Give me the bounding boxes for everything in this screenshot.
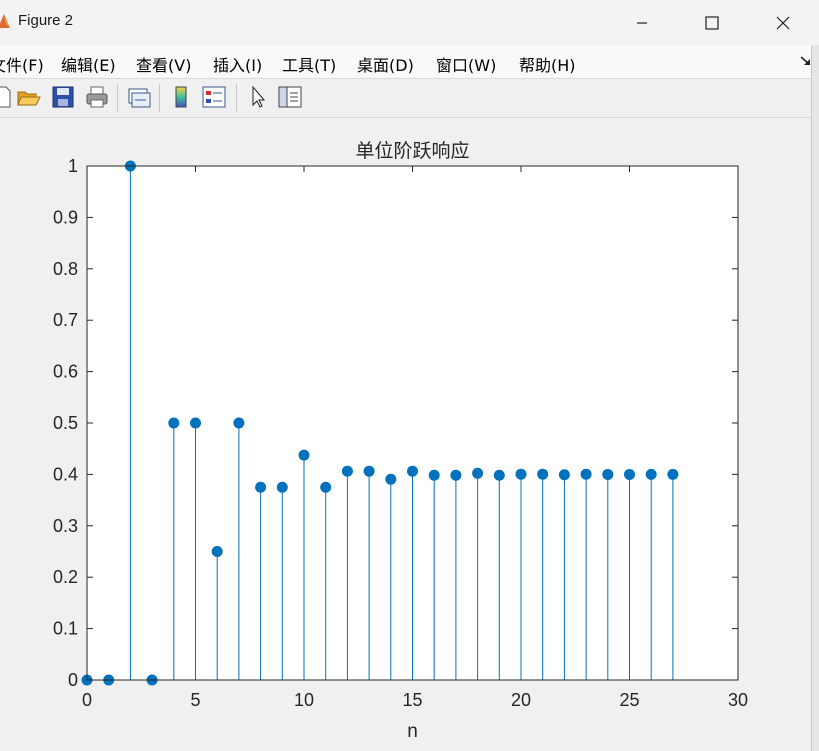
menu-window[interactable]: 窗口(W) bbox=[436, 52, 496, 76]
stem-marker bbox=[233, 417, 245, 429]
y-tick-label: 0.4 bbox=[53, 464, 78, 484]
y-tick-label: 0.1 bbox=[53, 619, 78, 639]
title-bar: Figure 2 bbox=[0, 0, 819, 46]
menu-tools[interactable]: 工具(T) bbox=[282, 52, 336, 76]
stem-marker bbox=[450, 469, 462, 481]
x-tick-label: 10 bbox=[294, 690, 314, 710]
toolbar-separator bbox=[159, 84, 160, 112]
toolbar-separator bbox=[117, 84, 118, 112]
x-axis-label: n bbox=[407, 721, 418, 742]
close-icon bbox=[776, 16, 790, 29]
x-tick-label: 5 bbox=[190, 690, 200, 710]
stem-plot[interactable]: 0 5 10 15 20 25 30 0 0.1 0.2 0.3 0.4 0.5 0.6 0.7 0.8 0.9… bbox=[0, 118, 812, 751]
stem-marker bbox=[558, 469, 570, 481]
x-tick-label: 15 bbox=[402, 690, 422, 710]
menu-help[interactable]: 帮助(H) bbox=[519, 52, 576, 76]
new-figure-icon bbox=[0, 86, 11, 108]
open-file-icon bbox=[17, 91, 41, 106]
y-tick-label: 0.9 bbox=[53, 207, 78, 227]
insert-colorbar-button[interactable] bbox=[168, 84, 194, 110]
menu-edit[interactable]: 编辑(E) bbox=[61, 52, 116, 76]
y-tick-label: 0.3 bbox=[53, 516, 78, 536]
y-tick-label: 0.8 bbox=[53, 259, 78, 279]
link-plot-button[interactable] bbox=[126, 84, 152, 110]
y-tick-label: 0.7 bbox=[53, 310, 78, 330]
stem-marker bbox=[190, 417, 201, 429]
stem-marker bbox=[298, 449, 310, 461]
print-icon bbox=[86, 86, 108, 108]
property-inspector-icon bbox=[278, 86, 302, 108]
stem-marker bbox=[385, 473, 397, 485]
stem-marker bbox=[667, 468, 679, 480]
insert-colorbar-icon bbox=[175, 86, 187, 108]
new-figure-button[interactable] bbox=[0, 84, 16, 110]
maximize-button[interactable] bbox=[689, 0, 735, 45]
stem-marker bbox=[493, 469, 505, 481]
stem-marker bbox=[255, 481, 267, 493]
y-tick-label: 0.6 bbox=[53, 362, 78, 382]
menu-file[interactable]: 文件(F) bbox=[0, 52, 44, 76]
y-tick-label: 0.2 bbox=[53, 567, 78, 587]
stem-marker bbox=[341, 465, 353, 477]
menu-insert[interactable]: 插入(I) bbox=[213, 52, 262, 76]
insert-legend-icon bbox=[202, 86, 226, 108]
save-icon bbox=[52, 86, 74, 108]
stem-marker bbox=[211, 546, 223, 557]
edit-plot-button[interactable] bbox=[245, 84, 271, 110]
property-inspector-button[interactable] bbox=[277, 84, 303, 110]
y-tick-label: 0 bbox=[68, 670, 78, 690]
stem-marker bbox=[537, 468, 549, 480]
matlab-logo-icon bbox=[0, 14, 10, 28]
x-tick-label: 0 bbox=[82, 690, 92, 710]
maximize-icon bbox=[705, 15, 719, 30]
menu-desktop[interactable]: 桌面(D) bbox=[357, 52, 414, 76]
window-border bbox=[811, 45, 819, 751]
x-tick-label: 30 bbox=[728, 690, 748, 710]
stem-marker bbox=[320, 481, 332, 493]
toolbar bbox=[0, 79, 819, 118]
link-plot-icon bbox=[128, 88, 151, 108]
y-tick-label: 1 bbox=[68, 156, 78, 176]
stem-marker bbox=[407, 465, 418, 477]
save-button[interactable] bbox=[50, 84, 76, 110]
print-button[interactable] bbox=[84, 84, 110, 110]
figure-canvas: 0 5 10 15 20 25 30 0 0.1 0.2 0.3 0.4 0.5 0.6 0.7 0.8 0.9… bbox=[0, 118, 812, 751]
y-tick-label: 0.5 bbox=[53, 413, 78, 433]
open-file-button[interactable] bbox=[16, 84, 42, 110]
x-tick-label: 25 bbox=[619, 690, 639, 710]
stem-marker bbox=[515, 468, 527, 480]
stem-marker bbox=[168, 417, 180, 429]
menu-bar: 文件(F) 编辑(E) 查看(V) 插入(I) 工具(T) 桌面(D) 窗口(W… bbox=[0, 45, 819, 79]
chart-title: 单位阶跃响应 bbox=[355, 140, 469, 162]
minimize-button[interactable] bbox=[619, 0, 665, 45]
minimize-icon bbox=[637, 21, 647, 24]
close-button[interactable] bbox=[760, 0, 806, 45]
x-tick-label: 20 bbox=[511, 690, 531, 710]
stem-marker bbox=[602, 468, 614, 480]
stem-marker bbox=[363, 465, 375, 477]
stem-marker bbox=[624, 468, 635, 480]
stem-marker bbox=[645, 468, 657, 480]
stem-marker bbox=[276, 481, 288, 493]
edit-plot-icon bbox=[252, 85, 266, 108]
stem-marker bbox=[472, 467, 484, 479]
menu-view[interactable]: 查看(V) bbox=[136, 52, 191, 76]
insert-legend-button[interactable] bbox=[201, 84, 227, 110]
toolbar-separator bbox=[236, 84, 237, 112]
stem-marker bbox=[428, 469, 440, 481]
window-title: Figure 2 bbox=[18, 12, 74, 29]
stem-marker bbox=[580, 468, 592, 480]
